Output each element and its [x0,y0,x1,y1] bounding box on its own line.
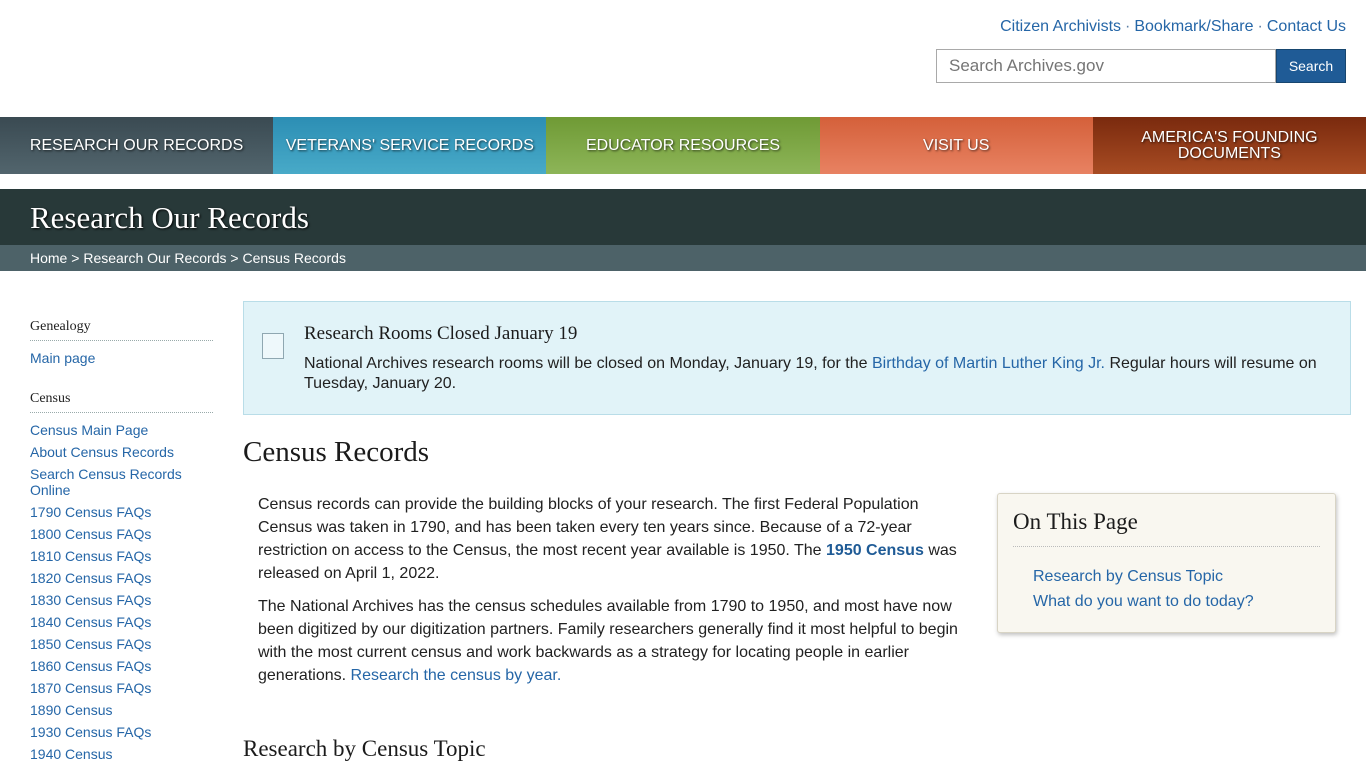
sidebar-heading-census: Census [30,391,213,413]
alert-text-before: National Archives research rooms will be… [304,355,868,372]
sidebar-link-1810[interactable]: 1810 Census FAQs [30,548,213,564]
sidebar-link-1860[interactable]: 1860 Census FAQs [30,658,213,674]
sidebar-link-1940[interactable]: 1940 Census [30,746,213,762]
section-banner: Research Our Records [0,189,1366,245]
sidebar-link-search-census[interactable]: Search Census Records Online [30,466,213,498]
breadcrumb-current: Census Records [242,250,346,266]
utility-links: Citizen Archivists · Bookmark/Share · Contac… [1000,18,1346,36]
sidebar-link-about-census[interactable]: About Census Records [30,444,213,460]
nav-founding-documents[interactable]: AMERICA'S FOUNDING DOCUMENTS [1092,117,1366,174]
bookmark-share-link[interactable]: Bookmark/Share [1134,18,1253,35]
breadcrumb-research[interactable]: Research Our Records [83,250,226,266]
nav-research-our-records[interactable]: RESEARCH OUR RECORDS [0,117,274,174]
on-this-page-title: On This Page [1013,509,1320,547]
sidebar-link-1790[interactable]: 1790 Census FAQs [30,504,213,520]
utility-separator: · [1125,18,1131,35]
sidebar-link-census-main[interactable]: Census Main Page [30,422,213,438]
sidebar-link-1840[interactable]: 1840 Census FAQs [30,614,213,630]
main-content: Census records can provide the building … [258,493,970,697]
search-button[interactable]: Search [1276,49,1346,83]
nav-veterans-service-records[interactable]: VETERANS' SERVICE RECORDS [273,117,547,174]
contact-us-link[interactable]: Contact Us [1267,18,1346,35]
utility-separator: · [1257,18,1263,35]
page-title: Census Records [243,436,430,468]
nav-visit-us[interactable]: VISIT US [819,117,1093,174]
alert-mlk-link[interactable]: Birthday of Martin Luther King Jr. [872,355,1105,372]
sidebar-link-1870[interactable]: 1870 Census FAQs [30,680,213,696]
sidebar-link-main-page[interactable]: Main page [30,350,213,366]
nav-educator-resources[interactable]: EDUCATOR RESOURCES [546,117,820,174]
sidebar-link-1820[interactable]: 1820 Census FAQs [30,570,213,586]
sidebar-link-1800[interactable]: 1800 Census FAQs [30,526,213,542]
otp-link-what-to-do[interactable]: What do you want to do today? [1033,593,1254,611]
paragraph-1: Census records can provide the building … [258,493,970,585]
sidebar-link-1830[interactable]: 1830 Census FAQs [30,592,213,608]
section-heading-census-topic: Research by Census Topic [243,736,486,761]
alert-title: Research Rooms Closed January 19 [304,323,578,344]
alert-text: National Archives research rooms will be… [304,354,1334,394]
link-1950-census[interactable]: 1950 Census [826,542,924,559]
otp-link-census-topic[interactable]: Research by Census Topic [1033,568,1223,586]
citizen-archivists-link[interactable]: Citizen Archivists [1000,18,1121,35]
breadcrumb-separator: > [71,250,80,266]
alert-checkbox-icon [262,333,284,359]
breadcrumb-separator: > [230,250,239,266]
link-research-by-year[interactable]: Research the census by year. [351,667,562,684]
paragraph-1-before: Census records can provide the building … [258,496,919,559]
alert-box: Research Rooms Closed January 19 Nationa… [243,301,1351,415]
sidebar-heading-genealogy: Genealogy [30,319,213,341]
on-this-page-box: On This Page Research by Census Topic Wh… [997,493,1336,633]
main-nav: RESEARCH OUR RECORDS VETERANS' SERVICE R… [0,117,1366,174]
section-title: Research Our Records [30,200,309,235]
sidebar-link-1850[interactable]: 1850 Census FAQs [30,636,213,652]
sidebar-link-1930[interactable]: 1930 Census FAQs [30,724,213,740]
sidebar: Genealogy Main page Census Census Main P… [30,319,213,768]
paragraph-2: The National Archives has the census sch… [258,595,970,687]
sidebar-link-1890[interactable]: 1890 Census [30,702,213,718]
breadcrumb-home[interactable]: Home [30,250,67,266]
breadcrumb: Home > Research Our Records > Census Rec… [0,245,1366,271]
search-input[interactable] [936,49,1276,83]
